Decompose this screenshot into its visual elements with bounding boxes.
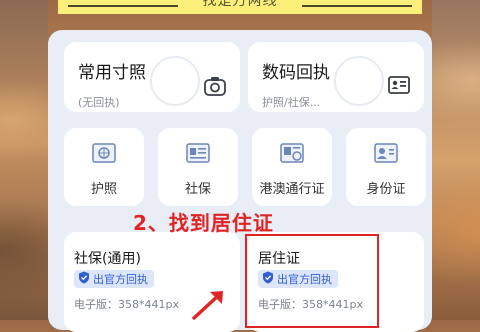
- card-subtitle: 护照/社保...: [262, 96, 321, 109]
- decorative-circle: [334, 56, 384, 106]
- official-receipt-badge: 出官方回执: [74, 270, 154, 288]
- digital-receipt-card[interactable]: 数码回执 护照/社保...: [248, 42, 424, 112]
- hk-macau-permit-icon: [280, 142, 304, 168]
- banner-line-right: [302, 5, 412, 7]
- background-desert-left: [0, 0, 48, 320]
- passport-icon: [92, 142, 116, 168]
- card-subtitle: (无回执): [78, 96, 120, 109]
- category-passport[interactable]: 护照: [64, 128, 144, 206]
- category-label: 社保: [184, 182, 211, 197]
- category-id-card[interactable]: 身份证: [346, 128, 426, 206]
- category-label: 港澳通行证: [259, 182, 325, 197]
- step-annotation: 2、找到居住证: [133, 211, 274, 235]
- background-desert-right: [432, 0, 480, 320]
- top-banner: 找是万两线: [58, 0, 422, 14]
- category-social-security[interactable]: 社保: [158, 128, 238, 206]
- highlight-box: [245, 234, 379, 328]
- id-card-portrait-icon: [374, 142, 398, 168]
- shield-check-icon: [78, 271, 90, 287]
- category-label: 身份证: [366, 182, 406, 197]
- camera-icon: [204, 76, 226, 100]
- social-security-card-icon: [186, 142, 210, 168]
- id-card-icon: [388, 76, 410, 98]
- product-meta: 电子版：358*441px: [74, 298, 179, 311]
- red-arrow-icon: [190, 286, 230, 324]
- card-title: 数码回执: [262, 63, 330, 83]
- category-hk-macau-permit[interactable]: 港澳通行证: [252, 128, 332, 206]
- category-label: 护照: [90, 182, 117, 197]
- decorative-circle: [150, 56, 200, 106]
- card-title: 常用寸照: [78, 63, 146, 83]
- product-title: 社保(通用): [74, 251, 141, 267]
- badge-label: 出官方回执: [93, 273, 148, 286]
- passport-photo-card[interactable]: 常用寸照 (无回执): [64, 42, 240, 112]
